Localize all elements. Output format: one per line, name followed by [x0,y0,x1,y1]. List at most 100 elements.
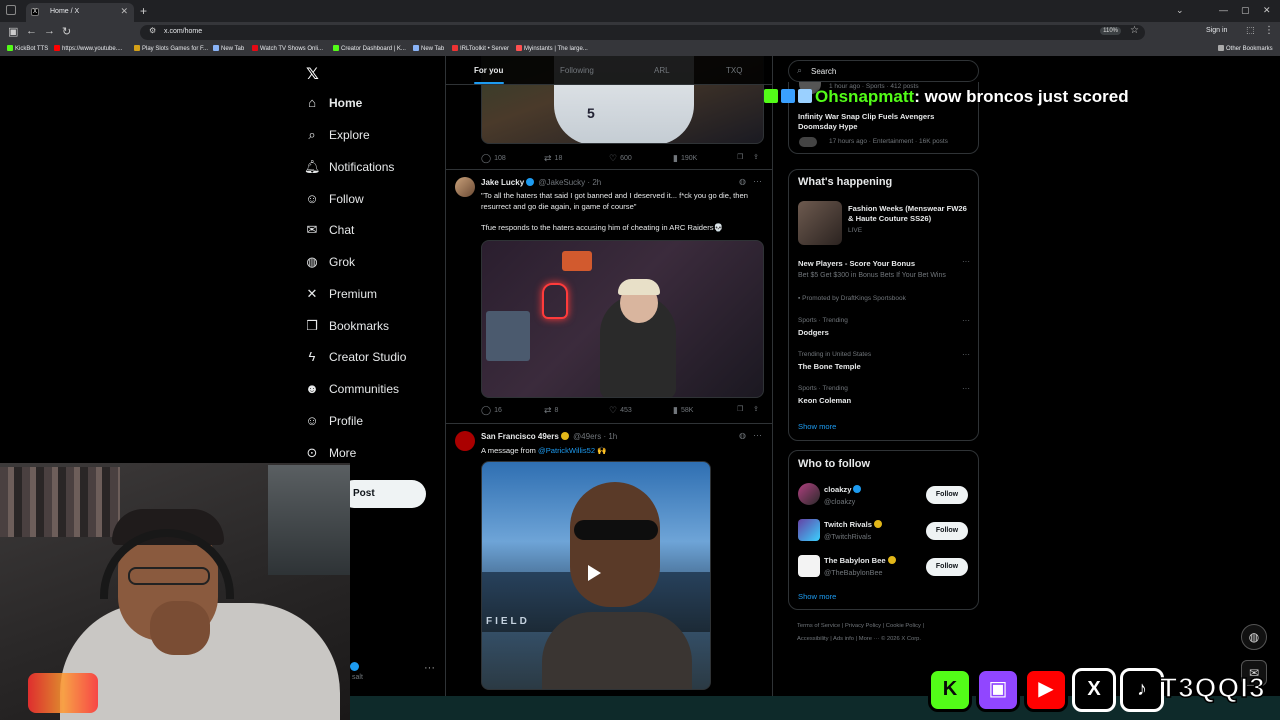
privacy-link[interactable]: Privacy Policy [845,623,881,629]
avatar[interactable] [455,177,475,197]
account-name[interactable]: cloakzy [824,485,863,494]
share-icon[interactable]: ⇪ [753,405,759,413]
tab-txq[interactable]: TXQ [726,66,742,75]
bookmark-item[interactable]: Creator Dashboard | K... [333,45,406,52]
search-input[interactable]: ⌕ Search [788,60,979,82]
share-icon[interactable]: ⇪ [753,153,759,161]
cookie-link[interactable]: Cookie Policy [886,623,921,629]
nav-item-creator-studio[interactable]: ϟ Creator Studio [304,349,407,371]
promo-title[interactable]: New Players - Score Your Bonus [798,259,915,269]
close-tab-icon[interactable]: ✕ [120,6,128,17]
more-icon[interactable]: ··· [753,430,762,440]
tab-list-icon[interactable]: ⌄ [1176,5,1184,16]
nav-item-home[interactable]: ⌂ Home [304,95,362,117]
more-icon[interactable]: ··· [962,257,970,266]
browser-tab[interactable]: X Home / X ✕ [26,3,134,22]
trend-title[interactable]: Keon Coleman [798,396,851,406]
bookmark-star-icon[interactable]: ☆ [1130,25,1139,36]
repost-button[interactable]: ⇄ 18 [544,153,562,164]
event-thumbnail[interactable] [798,201,842,245]
views-button[interactable]: ▮ 190K [673,153,697,164]
account-name[interactable]: Twitch Rivals [824,520,884,529]
bookmark-item[interactable]: Myinstants | The large... [516,45,588,52]
nav-item-bookmarks[interactable]: ❒ Bookmarks [304,318,389,340]
like-button[interactable]: ♡ 453 [609,405,632,416]
tab-following[interactable]: Following [560,66,594,75]
accessibility-link[interactable]: Accessibility [797,636,829,642]
site-info-icon[interactable]: ⚙ [149,26,156,35]
show-more-link[interactable]: Show more [798,592,836,601]
tab-for-you[interactable]: For you [474,66,503,75]
more-link[interactable]: More ··· [859,636,880,642]
bookmark-item[interactable]: https://www.youtube.... [54,45,122,52]
x-logo-icon[interactable]: 𝕏 [306,64,319,84]
follow-button[interactable]: Follow [926,522,968,540]
post-video[interactable] [481,240,764,398]
event-title[interactable]: Fashion Weeks (Menswear FW26 & Haute Cou… [848,204,974,224]
nav-item-notifications[interactable]: 🔔︎ Notifications [304,159,394,181]
avatar[interactable] [798,555,820,577]
bookmark-item[interactable]: Watch TV Shows Onli... [252,45,323,52]
nav-item-explore[interactable]: ⌕ Explore [304,127,369,149]
zoom-badge[interactable]: 110% [1100,27,1121,35]
forward-icon[interactable]: → [44,25,55,37]
tab-arl[interactable]: ARL [654,66,670,75]
repost-button[interactable]: ⇄ 8 [544,405,558,416]
bookmark-item[interactable]: New Tab [413,45,444,52]
back-icon[interactable]: ← [26,25,37,37]
ads-info-link[interactable]: Ads info [833,636,854,642]
nav-item-communities[interactable]: ☻ Communities [304,381,399,403]
follow-button[interactable]: Follow [926,486,968,504]
nav-item-chat[interactable]: ✉ Chat [304,222,355,244]
post-button[interactable]: Post [340,480,426,508]
close-window-icon[interactable]: ✕ [1263,5,1271,16]
grok-explain-icon[interactable]: ◍ [739,431,746,440]
more-icon[interactable]: ··· [753,176,762,186]
grok-floating-icon[interactable]: ◍ [1241,624,1267,650]
trend-title[interactable]: The Bone Temple [798,362,861,372]
more-icon[interactable]: ··· [962,384,970,393]
play-icon[interactable] [588,565,601,581]
bookmark-item[interactable]: New Tab [213,45,244,52]
nav-item-grok[interactable]: ◍ Grok [304,254,355,276]
other-bookmarks[interactable]: Other Bookmarks [1218,45,1273,52]
sidebar-toggle-icon[interactable]: ▣ [8,25,18,38]
bookmark-item[interactable]: KickBot TTS [7,45,48,52]
show-more-link[interactable]: Show more [798,422,836,431]
nav-item-premium[interactable]: ✕ Premium [304,286,377,308]
views-button[interactable]: ▮ 58K [673,405,693,416]
post-time[interactable]: 1h [608,432,617,441]
more-icon[interactable]: ··· [962,316,970,325]
author-handle[interactable]: @49ers [573,432,601,441]
author-handle[interactable]: @JakeSucky [538,178,585,187]
reply-button[interactable]: ◯ 108 [481,153,506,164]
reload-icon[interactable]: ↻ [62,25,71,38]
address-bar[interactable]: ⚙ x.com/home 110% [140,25,1145,40]
bookmark-item[interactable]: Play Slots Games for F... [134,45,208,52]
minimize-icon[interactable]: — [1219,5,1228,15]
new-tab-icon[interactable]: + [140,4,147,18]
news-title[interactable]: Infinity War Snap Clip Fuels Avengers Do… [798,112,968,132]
account-name[interactable]: The Babylon Bee [824,556,898,565]
nav-item-profile[interactable]: ☺ Profile [304,413,363,435]
trend-title[interactable]: Dodgers [798,328,829,338]
author-name[interactable]: Jake Lucky [481,178,524,187]
terms-link[interactable]: Terms of Service [797,623,840,629]
author-name[interactable]: San Francisco 49ers [481,432,559,441]
bookmark-item[interactable]: IRLToolkit • Server [452,45,509,52]
more-icon[interactable]: ··· [962,350,970,359]
post-video[interactable]: FIELD [481,461,711,690]
tab-search-icon[interactable] [6,5,16,15]
like-button[interactable]: ♡ 600 [609,153,632,164]
browser-menu-icon[interactable]: ⋮ [1264,25,1274,36]
reply-button[interactable]: ◯ 16 [481,405,502,416]
post-time[interactable]: 2h [592,178,601,187]
follow-button[interactable]: Follow [926,558,968,576]
avatar[interactable] [798,519,820,541]
extensions-icon[interactable]: ⬚ [1246,25,1255,36]
grok-explain-icon[interactable]: ◍ [739,177,746,186]
bookmark-post-icon[interactable]: ❒ [737,405,743,413]
avatar[interactable] [798,483,820,505]
maximize-icon[interactable]: ▢ [1241,5,1250,16]
mention-link[interactable]: @PatrickWillis52 [538,446,595,455]
